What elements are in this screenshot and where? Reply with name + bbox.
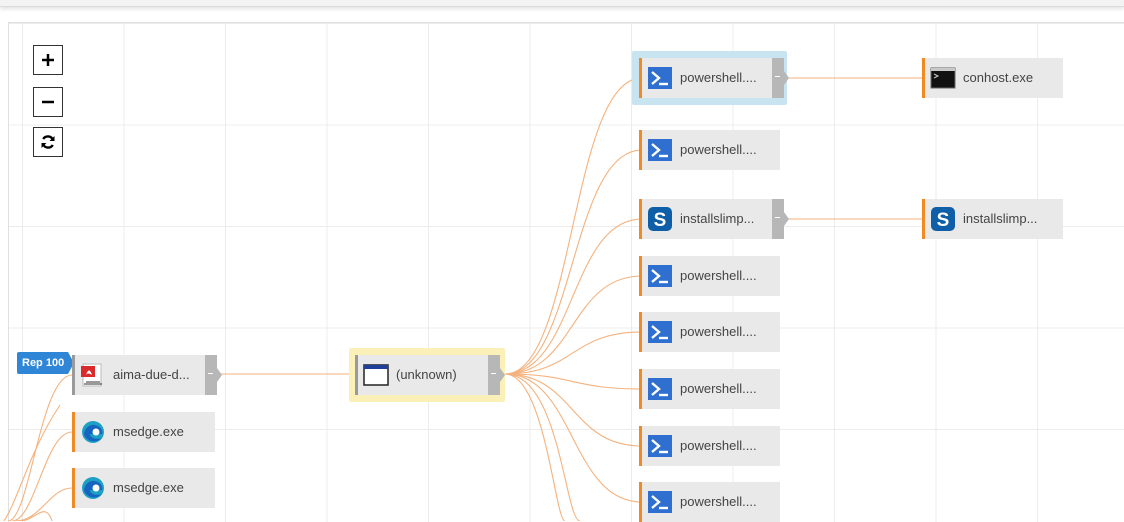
- process-node-conhost[interactable]: conhost.exe: [922, 58, 1063, 98]
- edge-unknown-ps6: [504, 373, 643, 447]
- process-node-unknown[interactable]: (unknown): [355, 355, 505, 395]
- node-accent-bar: [639, 199, 642, 239]
- node-accent-bar: [639, 482, 642, 522]
- process-node-powershell-4[interactable]: powershell....: [639, 312, 780, 352]
- expand-handle[interactable]: [488, 355, 505, 395]
- powershell-icon: [648, 265, 672, 287]
- process-node-powershell-6[interactable]: powershell....: [639, 426, 780, 466]
- edge-unknown-offscreen-1: [504, 373, 581, 521]
- powershell-icon: [648, 321, 672, 343]
- pdf-icon: [81, 363, 102, 387]
- process-node-aima[interactable]: aima-due-d...: [72, 355, 222, 395]
- node-accent-bar: [922, 58, 925, 98]
- node-accent-bar: [72, 355, 75, 395]
- reputation-badge: Rep 100: [17, 352, 75, 374]
- node-accent-bar: [72, 412, 75, 452]
- node-label: msedge.exe: [113, 424, 184, 439]
- node-label: msedge.exe: [113, 480, 184, 495]
- powershell-icon: [648, 139, 672, 161]
- node-label: powershell....: [680, 70, 757, 85]
- refresh-icon: [41, 135, 55, 149]
- node-label: powershell....: [680, 494, 757, 509]
- node-accent-bar: [639, 130, 642, 170]
- installer-s-icon: S: [931, 207, 955, 231]
- svg-text:S: S: [654, 210, 667, 231]
- zoom-in-button[interactable]: [33, 45, 63, 75]
- node-accent-bar: [639, 312, 642, 352]
- node-label: aima-due-d...: [113, 367, 190, 382]
- edge-left-aima: [7, 374, 73, 521]
- node-accent-bar: [639, 58, 642, 98]
- node-accent-bar: [72, 468, 75, 508]
- edge-unknown-ps7: [504, 373, 643, 503]
- node-label: powershell....: [680, 381, 757, 396]
- console-icon: [930, 67, 956, 89]
- edge-unknown-ps1: [504, 77, 643, 375]
- window-icon: [363, 364, 389, 386]
- plus-icon: [42, 54, 54, 66]
- node-accent-bar: [639, 256, 642, 296]
- process-node-msedge-2[interactable]: msedge.exe: [72, 468, 215, 508]
- edge-browser-icon: [82, 421, 104, 443]
- process-node-powershell-5[interactable]: powershell....: [639, 369, 780, 409]
- powershell-icon: [648, 491, 672, 513]
- node-label: powershell....: [680, 142, 757, 157]
- expand-handle[interactable]: [205, 355, 222, 395]
- powershell-icon: [648, 378, 672, 400]
- node-label: conhost.exe: [963, 70, 1034, 85]
- node-accent-bar: [639, 426, 642, 466]
- edge-unknown-ps3: [504, 275, 643, 375]
- node-label: powershell....: [680, 324, 757, 339]
- node-label: installslimp...: [680, 211, 755, 226]
- process-node-powershell-2[interactable]: powershell....: [639, 130, 780, 170]
- installer-s-icon: S: [648, 207, 672, 231]
- node-label: powershell....: [680, 438, 757, 453]
- process-node-powershell-1[interactable]: powershell....: [639, 58, 789, 98]
- powershell-icon: [648, 435, 672, 457]
- edge-browser-icon: [82, 477, 104, 499]
- powershell-icon: [648, 67, 672, 89]
- zoom-out-button[interactable]: [33, 87, 63, 117]
- process-node-powershell-7[interactable]: powershell....: [639, 482, 780, 522]
- edge-unknown-install1: [504, 218, 643, 375]
- process-node-powershell-3[interactable]: powershell....: [639, 256, 780, 296]
- node-label: installslimp...: [963, 211, 1038, 226]
- edge-unknown-ps2: [504, 149, 643, 375]
- node-accent-bar: [922, 199, 925, 239]
- edge-unknown-offscreen-2: [504, 373, 566, 521]
- reset-view-button[interactable]: [33, 127, 63, 157]
- process-node-installslimp-2[interactable]: S installslimp...: [922, 199, 1063, 239]
- process-node-msedge-1[interactable]: msedge.exe: [72, 412, 215, 452]
- node-accent-bar: [355, 355, 358, 395]
- node-label: powershell....: [680, 268, 757, 283]
- node-accent-bar: [639, 369, 642, 409]
- expand-handle[interactable]: [772, 199, 789, 239]
- svg-text:S: S: [937, 210, 950, 231]
- minus-icon: [42, 100, 54, 104]
- process-node-installslimp-1[interactable]: S installslimp...: [639, 199, 789, 239]
- node-label: (unknown): [396, 367, 457, 382]
- edge-unknown-ps4: [504, 331, 643, 375]
- expand-handle[interactable]: [772, 58, 789, 98]
